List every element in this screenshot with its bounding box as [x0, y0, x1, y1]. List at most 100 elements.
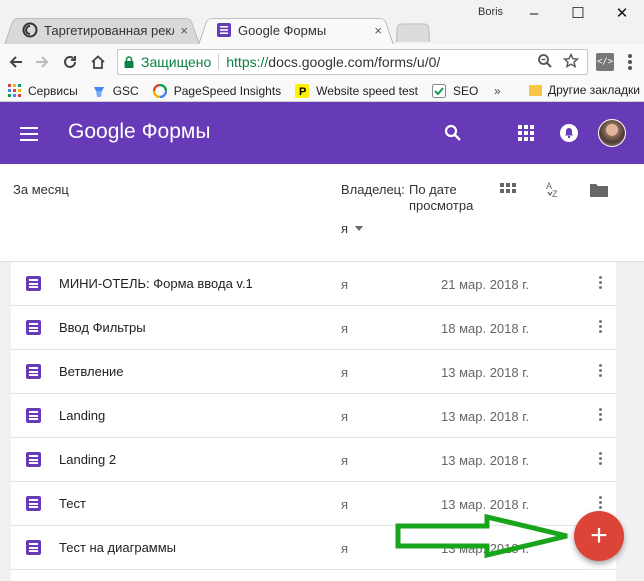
file-row[interactable]: Ввод Фильтры я 18 мар. 2018 г.: [11, 306, 616, 350]
forms-favicon-icon: [217, 23, 231, 37]
search-icon: [444, 124, 461, 141]
bookmark-label: GSC: [112, 83, 139, 98]
grid-view-icon: [500, 183, 516, 193]
bookmark-pagespeed[interactable]: PageSpeed Insights: [152, 83, 282, 98]
more-options-icon[interactable]: [599, 364, 603, 379]
bookmark-label: PageSpeed Insights: [173, 83, 282, 98]
omnibox-divider: [218, 54, 220, 70]
notifications-bell-icon: [560, 124, 578, 142]
app-title: Google Формы: [68, 120, 210, 144]
forward-arrow-icon: [36, 56, 49, 68]
file-title: Ввод Фильтры: [59, 320, 146, 335]
bookmark-star-icon[interactable]: [563, 53, 579, 69]
close-window-button[interactable]: ✕: [600, 0, 644, 26]
bookmarks-overflow-button[interactable]: »: [494, 84, 501, 98]
account-avatar[interactable]: [598, 119, 626, 147]
forms-file-icon: [26, 452, 41, 467]
file-last-viewed: 13 мар. 2018 г.: [441, 497, 529, 512]
address-bar[interactable]: Защищено https://docs.google.com/forms/u…: [117, 49, 588, 75]
browser-titlebar: Таргетированная рекла × Google Формы × B…: [0, 0, 644, 45]
create-new-form-button[interactable]: +: [574, 511, 624, 561]
file-title: МИНИ-ОТЕЛЬ: Форма ввода v.1: [59, 276, 253, 291]
back-button[interactable]: [4, 50, 28, 74]
apps-grid-icon: [518, 125, 534, 141]
tab-close-icon[interactable]: ×: [180, 23, 188, 38]
period-filter: За месяц: [13, 182, 69, 197]
file-owner: я: [341, 365, 349, 380]
forms-file-icon: [26, 320, 41, 335]
forward-button[interactable]: [30, 50, 54, 74]
tab-title: Google Формы: [238, 22, 327, 38]
search-button[interactable]: [441, 121, 465, 145]
forms-file-icon: [26, 540, 41, 555]
caret-down-icon[interactable]: [355, 226, 363, 231]
bookmark-gsc[interactable]: GSC: [92, 84, 139, 98]
sort-by-view-date[interactable]: По дате просмотра: [409, 182, 489, 214]
file-last-viewed: 21 мар. 2018 г.: [441, 277, 529, 292]
reload-button[interactable]: [58, 50, 82, 74]
tab-google-forms[interactable]: Google Формы ×: [198, 15, 394, 45]
file-title: Ветвление: [59, 364, 124, 379]
pingdom-icon: P: [295, 83, 310, 98]
file-row[interactable]: Landing 2 я 13 мар. 2018 г.: [11, 438, 616, 482]
file-title: Landing: [59, 408, 106, 423]
list-header: За месяц Владелец: я По дате просмотра A…: [0, 164, 644, 262]
forms-app-bar: Google Формы: [0, 102, 644, 164]
folder-picker-button[interactable]: [589, 180, 609, 200]
home-icon: [91, 55, 105, 69]
more-options-icon[interactable]: [599, 496, 603, 511]
browser-toolbar: Защищено https://docs.google.com/forms/u…: [0, 44, 644, 80]
file-owner: я: [341, 497, 349, 512]
more-options-icon[interactable]: [599, 408, 603, 423]
bookmark-website-speed-test[interactable]: P Website speed test: [295, 83, 418, 98]
more-options-icon[interactable]: [599, 452, 603, 467]
sort-az-button[interactable]: A Z: [543, 180, 563, 200]
security-label: Защищено: [141, 54, 212, 70]
google-wordmark: Google: [68, 120, 136, 143]
other-bookmarks-folder[interactable]: Другие закладки: [529, 83, 640, 97]
more-options-icon[interactable]: [599, 276, 603, 291]
file-owner: я: [341, 409, 349, 424]
bookmarks-bar: Сервисы GSC PageSpeed Insights P Website…: [0, 80, 644, 102]
home-button[interactable]: [86, 50, 110, 74]
reload-icon: [64, 55, 76, 68]
sort-az-icon: A Z: [546, 181, 558, 199]
file-row[interactable]: Landing я 13 мар. 2018 г.: [11, 394, 616, 438]
back-arrow-icon: [9, 56, 22, 68]
file-row[interactable]: Ветвление я 13 мар. 2018 г.: [11, 350, 616, 394]
checkbox-icon: [432, 83, 446, 98]
bookmark-seo[interactable]: SEO: [432, 83, 478, 98]
file-title: Landing 2: [59, 452, 117, 467]
file-title: Тест: [59, 496, 86, 511]
maximize-button[interactable]: ☐: [556, 0, 600, 26]
security-indicator[interactable]: Защищено: [118, 54, 211, 70]
main-menu-icon[interactable]: [20, 127, 38, 145]
bookmark-services[interactable]: Сервисы: [7, 84, 78, 98]
owner-filter-dropdown[interactable]: я: [341, 221, 348, 236]
extension-button[interactable]: </>: [596, 53, 614, 71]
minimize-button[interactable]: –: [512, 0, 556, 26]
folder-icon: [529, 84, 542, 96]
tab-title: Таргетированная рекла: [44, 22, 175, 38]
forms-file-icon: [26, 496, 41, 511]
lock-icon: [124, 56, 134, 68]
new-tab-button[interactable]: [396, 22, 430, 42]
tab-targeted-ads[interactable]: Таргетированная рекла ×: [4, 15, 200, 45]
tab-close-icon[interactable]: ×: [374, 23, 382, 38]
browser-menu-icon[interactable]: [628, 54, 632, 72]
grid-view-button[interactable]: [498, 180, 518, 200]
svg-text:Z: Z: [552, 189, 558, 199]
file-last-viewed: 13 мар. 2018 г.: [441, 409, 529, 424]
more-options-icon[interactable]: [599, 320, 603, 335]
url-path: docs.google.com/forms/u/0/: [268, 54, 441, 70]
file-row[interactable]: МИНИ-ОТЕЛЬ: Форма ввода v.1 я 21 мар. 2018…: [11, 262, 616, 306]
folder-icon: [590, 184, 608, 197]
notifications-button[interactable]: [557, 121, 581, 145]
file-owner: я: [341, 541, 349, 556]
google-apps-button[interactable]: [514, 121, 538, 145]
url-scheme: https://: [226, 54, 269, 70]
pagespeed-icon: [152, 83, 167, 98]
file-last-viewed: 13 мар. 2018 г.: [441, 453, 529, 468]
zoom-search-icon[interactable]: [537, 53, 553, 69]
bookmark-label: Website speed test: [316, 83, 418, 98]
